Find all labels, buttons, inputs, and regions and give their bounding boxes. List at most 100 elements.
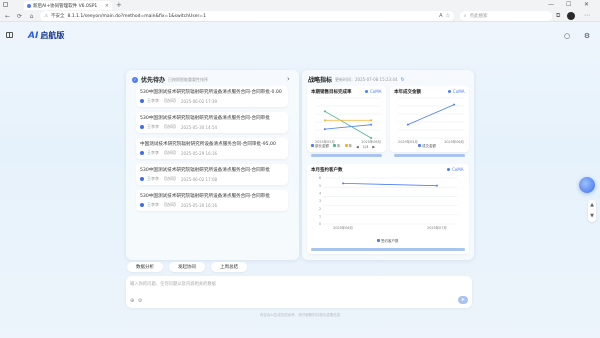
todo-item[interactable]: 530中国测试技术研究院辐射研究所设备清点服务合同-合同审批-0.00 王李李【… [136, 86, 288, 107]
extensions-icon[interactable]: ⧉ [556, 11, 560, 21]
disclaimer-footer: 内容由AI生成仅供参考，请仔细甄别并核实重要信息 [259, 313, 341, 317]
y-tick-label: 0 [319, 222, 321, 226]
legend-item[interactable]: 年 [333, 144, 341, 149]
x-tick-label: 2025年05月 [398, 139, 418, 144]
tab-strip: 新后AI+协同管理软件 V6.0SP1 × + — ☐ ✕ [0, 0, 600, 10]
chart-scrollbar[interactable] [311, 154, 382, 157]
legend-item[interactable]: 签约客户数 [377, 239, 399, 244]
scroll-down-icon[interactable]: ▼ [588, 211, 596, 222]
user-avatar [140, 203, 144, 207]
todo-title: 优先待办 [141, 77, 166, 84]
chart-legend: 签约客户数 [377, 239, 399, 244]
series-line [343, 182, 437, 187]
browser-tab[interactable]: 新后AI+协同管理软件 V6.0SP1 × [24, 1, 112, 10]
scroll-up-icon[interactable]: ▲ [588, 200, 596, 211]
todo-tag: 【协同】 [162, 98, 178, 103]
profile-avatar[interactable] [567, 12, 575, 20]
data-point [370, 123, 373, 126]
tab-data-analysis[interactable]: 数据分析 [127, 262, 163, 272]
chart-legend: 成交金额 [418, 144, 436, 149]
legend-label: 年 [337, 144, 341, 148]
tab-weekly-summary[interactable]: 上周总结 [211, 262, 247, 272]
series-line [324, 124, 372, 130]
ai-assistant-float-icon[interactable] [579, 177, 595, 193]
warning-icon[interactable]: ⚠ [44, 14, 48, 19]
legend-next-icon[interactable]: ▶ [372, 145, 375, 149]
home-button[interactable]: ⌂ [28, 13, 35, 20]
todo-item-title: 530中国测试技术研究院辐射研究所设备清点服务合同-合同审批 [140, 194, 270, 199]
url-text[interactable]: 8.1.1.1/seeyon/main.do?method=main&fix=1… [68, 14, 437, 19]
data-point [370, 137, 373, 139]
todo-item[interactable]: 530中国测试技术研究院辐射研究所设备清点服务合同-合同审批 王李李 【协同】 20… [136, 190, 288, 211]
legend-pager: 1/3 [362, 144, 369, 149]
todo-item[interactable]: 530中国测试技术研究院辐射研究所设备清点服务合同-合同审批 王李李 【协同】 20… [136, 112, 288, 133]
series-line [324, 110, 372, 139]
data-point [406, 123, 409, 126]
todo-item-title: 530中国测试技术研究院辐射研究所设备清点服务合同-合同审批 [140, 116, 270, 121]
window-menu-icon[interactable] [3, 2, 8, 7]
chart-card-annual-deals: 本年成交金额 CoMA 2025年05月 2025年06月 成交金额 [390, 86, 469, 157]
tab-title: 新后AI+协同管理软件 V6.0SP1 [33, 3, 98, 9]
sidebar-toggle-icon[interactable] [6, 32, 13, 38]
legend-item[interactable]: 成交金额 [418, 144, 436, 149]
todo-subtitle: 已按照智能重要性排序 [168, 76, 209, 82]
todo-item[interactable]: 中国测试技术研究院辐射研究所设备清点服务合同-合同审批-95,00 王李李 【协同… [136, 138, 288, 159]
browser-menu-icon[interactable]: ⋯ [584, 11, 590, 21]
tab-start-collab[interactable]: 发起协同 [169, 262, 205, 272]
logo-mark: AI [28, 30, 39, 41]
minimize-button[interactable]: — [548, 1, 554, 9]
legend-label: 成交金额 [422, 144, 436, 148]
browser-search-box[interactable]: ⌕ 点此搜索 [460, 11, 552, 21]
chart-legend: 部长金额 年 年 ◀ 1/3 ▶ [311, 144, 375, 149]
legend-swatch [344, 144, 348, 147]
kpi-header: 战略指标 更新时间：2025-07-08 15:23:44 ↻ [308, 75, 405, 85]
settings-icon[interactable]: ⚙ [583, 32, 591, 40]
send-button[interactable]: ➤ [458, 296, 468, 304]
chart-scrollbar[interactable] [394, 154, 465, 157]
legend-swatch [418, 144, 421, 147]
star-icon[interactable]: ☆ [446, 13, 450, 19]
user-avatar [140, 125, 144, 129]
todo-item[interactable]: 530中国测试技术研究院辐射研究所设备清点服务合同-合同审批 王李李 【协同】 20… [136, 164, 288, 185]
translate-icon[interactable]: A [439, 13, 442, 19]
chat-input-placeholder[interactable]: 输入你的问题、任何问题以及内容相关的数据 [130, 281, 216, 287]
maximize-button[interactable]: ☐ [566, 1, 571, 9]
chat-input-box[interactable]: 输入你的问题、任何问题以及内容相关的数据 ⊕ ⊘ ➤ [126, 276, 472, 308]
attach-icon[interactable]: ⊘ [138, 298, 142, 304]
browser-chrome: 新后AI+协同管理软件 V6.0SP1 × + — ☐ ✕ ← ⟳ ⌂ ⚠ 不安… [0, 0, 600, 22]
todo-more-arrow-icon[interactable]: › [287, 75, 290, 83]
data-point [323, 119, 326, 122]
todo-time: 2025-05-30 14:54 [181, 124, 218, 130]
todo-user: 王李李 [147, 176, 159, 181]
chart-annual-deals: 2025年05月 2025年06月 [398, 97, 464, 144]
todo-item-title: 530中国测试技术研究院辐射研究所设备清点服务合同-合同审批 [140, 168, 270, 173]
address-bar[interactable]: ⚠ 不安全 8.1.1.1/seeyon/main.do?method=main… [40, 11, 454, 21]
close-window-button[interactable]: ✕ [584, 1, 589, 9]
chart-scrollbar[interactable] [311, 248, 465, 251]
back-button[interactable]: ← [4, 13, 11, 20]
magic-icon[interactable]: ⊕ [130, 298, 134, 304]
app-logo: AI 启航版 [28, 30, 64, 41]
security-label[interactable]: 不安全 [51, 13, 65, 19]
legend-swatch [377, 239, 380, 242]
search-placeholder: 点此搜索 [469, 14, 488, 19]
data-point [323, 110, 326, 113]
logo-text: 启航版 [40, 31, 65, 40]
float-scroll-controls: ▲ ▼ [588, 200, 596, 222]
legend-prev-icon[interactable]: ◀ [356, 145, 359, 149]
todo-time: 2025-05-29 16:16 [181, 150, 218, 156]
refresh-button[interactable]: ⟳ [16, 13, 23, 20]
refresh-icon[interactable]: ↻ [401, 77, 405, 83]
todo-tag: 【协同】 [162, 124, 178, 129]
todo-tag: 【协同】 [162, 202, 178, 207]
search-icon: ⌕ [464, 14, 467, 19]
chart-sales-target: 2025年05月 2025年06月 [315, 97, 381, 144]
new-tab-button[interactable]: + [116, 1, 122, 9]
search-icon[interactable]: ○ [563, 32, 571, 40]
legend-item[interactable]: 部长金额 [311, 144, 329, 149]
tab-close-icon[interactable]: × [105, 3, 109, 9]
y-tick-label: 1 [319, 215, 321, 219]
kpi-title: 战略指标 [308, 77, 333, 84]
todo-item-title: 530中国测试技术研究院辐射研究所设备清点服务合同-合同审批-0.00 [140, 90, 282, 95]
legend-item[interactable]: 年 [344, 144, 352, 149]
